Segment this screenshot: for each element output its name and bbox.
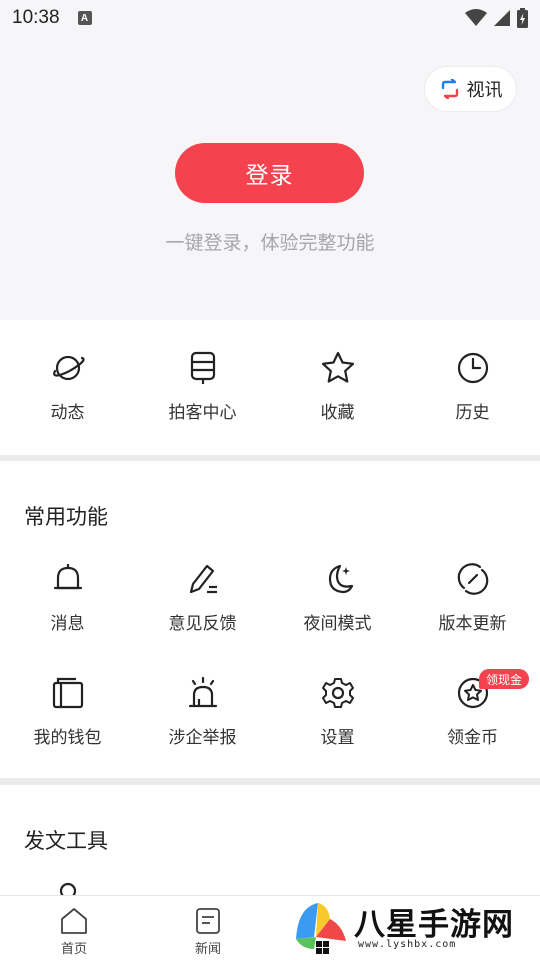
earn-cash-badge: 领现金 xyxy=(479,669,530,689)
home-icon xyxy=(61,908,87,934)
battery-icon xyxy=(517,8,528,28)
function-label: 我的钱包 xyxy=(33,728,102,748)
quick-entry-label: 收藏 xyxy=(320,403,355,423)
status-time: 10:38 xyxy=(12,7,60,28)
nav-label: 首页 xyxy=(60,942,87,957)
function-label: 消息 xyxy=(50,614,85,634)
quick-entry-vlogger-center[interactable]: 拍客中心 xyxy=(135,350,270,423)
login-hint: 一键登录，体验完整功能 xyxy=(165,232,375,254)
news-icon xyxy=(196,908,220,934)
function-version-update[interactable]: 版本更新 xyxy=(405,561,540,634)
function-messages[interactable]: 消息 xyxy=(0,561,135,634)
function-label: 涉企举报 xyxy=(168,728,237,748)
bottom-navigation: 首页 新闻 xyxy=(0,895,540,960)
alarm-icon xyxy=(188,676,217,708)
user-tool-icon[interactable] xyxy=(54,881,82,895)
function-enterprise-report[interactable]: 涉企举报 xyxy=(135,675,270,748)
status-bar: 10:38 A xyxy=(0,0,540,36)
function-label: 意见反馈 xyxy=(168,614,237,634)
quick-entry-label: 历史 xyxy=(455,403,490,423)
planet-icon xyxy=(52,355,85,381)
a-notification-icon: A xyxy=(77,11,92,25)
function-night-mode[interactable]: 夜间模式 xyxy=(270,561,405,634)
function-label: 设置 xyxy=(320,728,355,748)
common-functions-row-2: 我的钱包 涉企举报 设置 领现金 领金币 xyxy=(0,669,540,748)
refresh-icon xyxy=(457,563,488,595)
login-header: 视讯 登录 一键登录，体验完整功能 xyxy=(0,36,540,320)
quick-entry-row: 动态 拍客中心 收藏 历史 xyxy=(0,350,540,423)
video-chat-button[interactable]: 视讯 xyxy=(424,66,517,112)
posting-tools-title: 发文工具 xyxy=(24,829,108,853)
function-label: 领金币 xyxy=(447,728,498,748)
function-feedback[interactable]: 意见反馈 xyxy=(135,561,270,634)
nav-home[interactable]: 首页 xyxy=(39,906,109,957)
posting-tools-card: 发文工具 xyxy=(0,785,540,895)
video-chat-label: 视讯 xyxy=(466,80,503,101)
quick-entry-history[interactable]: 历史 xyxy=(405,350,540,423)
status-indicators xyxy=(465,8,528,28)
quick-entry-label: 拍客中心 xyxy=(168,403,237,423)
quick-entry-label: 动态 xyxy=(50,403,85,423)
wallet-icon xyxy=(52,677,83,709)
moon-icon xyxy=(328,564,353,594)
wifi-icon xyxy=(465,9,487,26)
common-functions-title: 常用功能 xyxy=(24,505,108,529)
nav-news[interactable]: 新闻 xyxy=(173,906,243,957)
pen-icon xyxy=(189,564,217,594)
function-settings[interactable]: 设置 xyxy=(270,675,405,748)
quick-entry-dynamic[interactable]: 动态 xyxy=(0,350,135,423)
gear-icon xyxy=(321,678,354,708)
signal-icon xyxy=(494,10,510,26)
common-functions-row-1: 消息 意见反馈 夜间模式 版本更新 xyxy=(0,561,540,634)
star-icon xyxy=(321,351,354,383)
nav-label: 新闻 xyxy=(194,942,221,957)
camera-device-icon xyxy=(190,351,215,384)
quick-entry-card: 动态 拍客中心 收藏 历史 xyxy=(0,320,540,455)
video-swap-icon xyxy=(441,79,458,99)
quick-entry-favorites[interactable]: 收藏 xyxy=(270,350,405,423)
function-label: 版本更新 xyxy=(438,614,507,634)
common-functions-card: 常用功能 消息 意见反馈 夜间模式 版本更新 我的钱包 涉企举报 设置 领现金 … xyxy=(0,461,540,778)
function-earn-coins[interactable]: 领现金 领金币 xyxy=(405,669,540,748)
function-label: 夜间模式 xyxy=(303,614,372,634)
login-button[interactable]: 登录 xyxy=(175,143,364,203)
clock-icon xyxy=(457,352,488,384)
bell-icon xyxy=(53,564,82,590)
function-wallet[interactable]: 我的钱包 xyxy=(0,675,135,748)
